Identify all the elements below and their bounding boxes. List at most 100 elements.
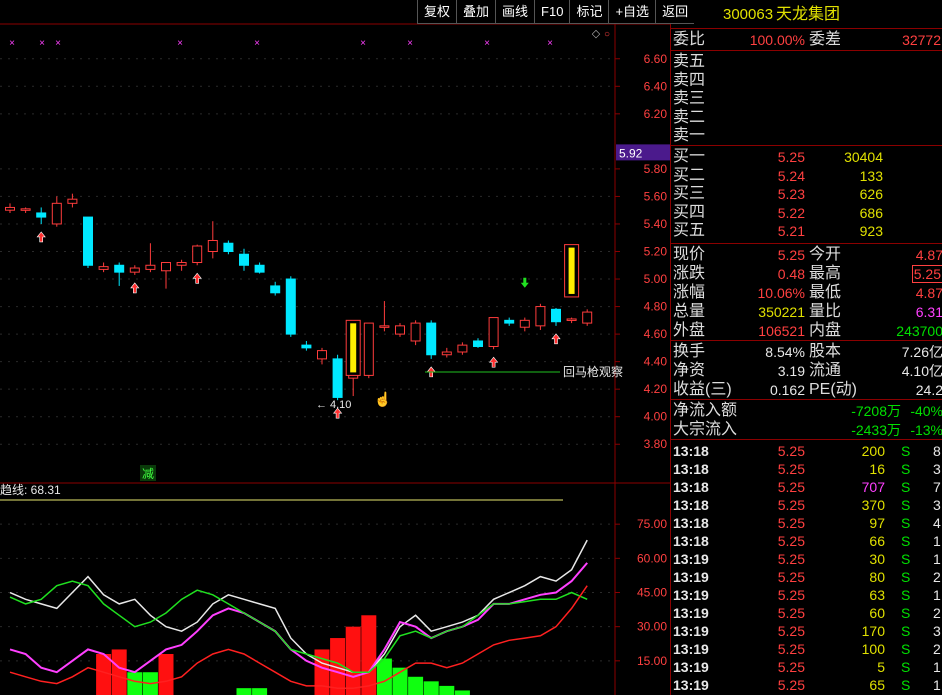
tick-volume: 60	[869, 605, 885, 621]
indicator-bar	[252, 688, 268, 695]
buy-level-row: 买二 5.24 133	[671, 167, 942, 185]
tick-time: 13:18	[673, 479, 709, 495]
toolbar-button-2[interactable]: 画线	[495, 0, 535, 24]
indicator-bar	[111, 649, 127, 695]
candle-body	[176, 262, 187, 266]
tick-direction: S	[901, 497, 911, 513]
tick-volume: 80	[869, 569, 885, 585]
wei-cha-value: 32772	[902, 32, 941, 48]
candle-body	[161, 262, 171, 272]
tick-price: 5.25	[777, 551, 805, 567]
buy-level-volume: 30404	[844, 149, 883, 165]
fundamental-label-2: 股本	[809, 343, 842, 360]
buy-signal-arrow-icon	[488, 356, 499, 368]
price-tick-label: 4.60	[644, 327, 668, 341]
quote-label: 外盘	[673, 322, 706, 339]
quote-value-2: 4.87	[915, 285, 942, 301]
tick-direction: S	[901, 443, 911, 459]
wei-bi-label: 委比	[673, 31, 706, 48]
tick-count: 3	[933, 497, 941, 513]
sell-level-label: 卖三	[673, 90, 706, 107]
candle-body	[535, 306, 546, 327]
fundamental-label: 净资	[673, 362, 706, 379]
quote-row: 涨跌 0.48 最高 5.25	[671, 265, 942, 283]
tick-volume: 63	[869, 587, 885, 603]
tick-row: 13:19 5.25 170 S 3	[671, 622, 942, 640]
tick-price: 5.25	[777, 623, 805, 639]
toolbar-button-3[interactable]: F10	[534, 0, 570, 24]
indicator-bar	[236, 688, 252, 695]
toolbar-button-4[interactable]: 标记	[569, 0, 609, 24]
buy-level-volume: 923	[859, 223, 883, 239]
tick-time: 13:18	[673, 497, 709, 513]
sell-level-label: 卖五	[673, 53, 706, 70]
indicator-tick-label: 15.00	[637, 654, 667, 668]
wei-bi-row: 委比 100.00% 委差 32772	[671, 31, 942, 49]
quote-label-2: 量比	[809, 303, 842, 320]
tick-price: 5.25	[777, 587, 805, 603]
tick-count: 8	[933, 443, 941, 459]
tick-count: 1	[933, 587, 941, 603]
candle-body	[473, 340, 483, 347]
tick-row: 13:18 5.25 16 S 3	[671, 460, 942, 478]
tick-row: 13:19 5.25 5 S 1	[671, 658, 942, 676]
top-marker-x: ×	[39, 38, 45, 49]
tick-volume: 707	[861, 479, 885, 495]
price-tick-label: 5.40	[644, 217, 668, 231]
quote-value-2: 243700	[896, 323, 942, 339]
sell-level-label: 卖二	[673, 108, 706, 126]
kline-chart[interactable]: 6.60 6.40 6.20 5.80 5.60 5.40 5.20 5.00 4.80 4.60…	[0, 0, 670, 695]
tick-row: 13:19 5.25 80 S 2	[671, 568, 942, 586]
buy-level-label: 买五	[673, 222, 706, 239]
quote-value: 350221	[758, 304, 805, 320]
tick-direction: S	[901, 569, 911, 585]
candle-body	[488, 317, 499, 347]
toolbar-button-5[interactable]: +自选	[608, 0, 656, 24]
quote-value: 0.48	[777, 266, 805, 282]
buy-level-price: 5.24	[777, 167, 805, 184]
indicator-bar	[439, 685, 455, 695]
toolbar-button-6[interactable]: 返回	[655, 0, 695, 24]
tick-volume: 100	[861, 641, 885, 657]
indicator-tick-label: 75.00	[637, 517, 667, 531]
tick-row: 13:19 5.25 65 S 1	[671, 676, 942, 694]
tick-row: 13:18 5.25 370 S 3	[671, 496, 942, 514]
candle-body	[98, 266, 109, 270]
candle-body	[83, 216, 93, 266]
buy-level-volume: 686	[859, 204, 883, 221]
toolbar-button-0[interactable]: 复权	[417, 0, 457, 24]
tick-direction: S	[901, 515, 911, 531]
fund-flow-value: -7208万	[851, 403, 901, 419]
top-marker-x: ×	[360, 38, 366, 49]
stock-header: 300063 天龙集团	[671, 6, 942, 28]
tick-count: 1	[933, 551, 941, 567]
indicator-tick-label: 30.00	[637, 620, 667, 634]
fund-flow-row: 大宗流入 -2433万 -13%	[671, 421, 942, 439]
candle-body	[441, 351, 452, 356]
price-tick-label: 4.00	[644, 410, 668, 424]
tick-volume: 16	[869, 461, 885, 477]
fundamental-value: 8.54%	[765, 344, 805, 360]
indicator-tick-label: 60.00	[637, 551, 667, 565]
current-price-tag: 5.92	[619, 146, 643, 160]
fundamental-value: 3.19	[777, 363, 805, 379]
tick-count: 3	[933, 461, 941, 477]
tick-direction: S	[901, 587, 911, 603]
top-marker-x: ×	[407, 38, 413, 49]
sell-level-row: 卖二	[671, 109, 942, 127]
tick-row: 13:19 5.25 30 S 1	[671, 550, 942, 568]
candle-body	[67, 198, 78, 204]
top-marker-x: ×	[9, 38, 15, 49]
fundamental-label: 收益(三)	[673, 381, 732, 398]
top-marker-x: ×	[254, 38, 260, 49]
candle-body	[363, 322, 374, 376]
hand-cursor-icon: ☝	[374, 390, 391, 408]
quote-label: 现价	[673, 246, 706, 263]
tick-time: 13:19	[673, 551, 709, 567]
chart-toolbar: 复权 叠加 画线 F10 标记 +自选 返回	[417, 0, 695, 24]
indicator-bar	[454, 690, 470, 695]
price-tick-label: 4.40	[644, 355, 668, 369]
tick-time: 13:19	[673, 659, 709, 675]
toolbar-button-1[interactable]: 叠加	[456, 0, 496, 24]
quote-label: 涨幅	[673, 284, 706, 301]
